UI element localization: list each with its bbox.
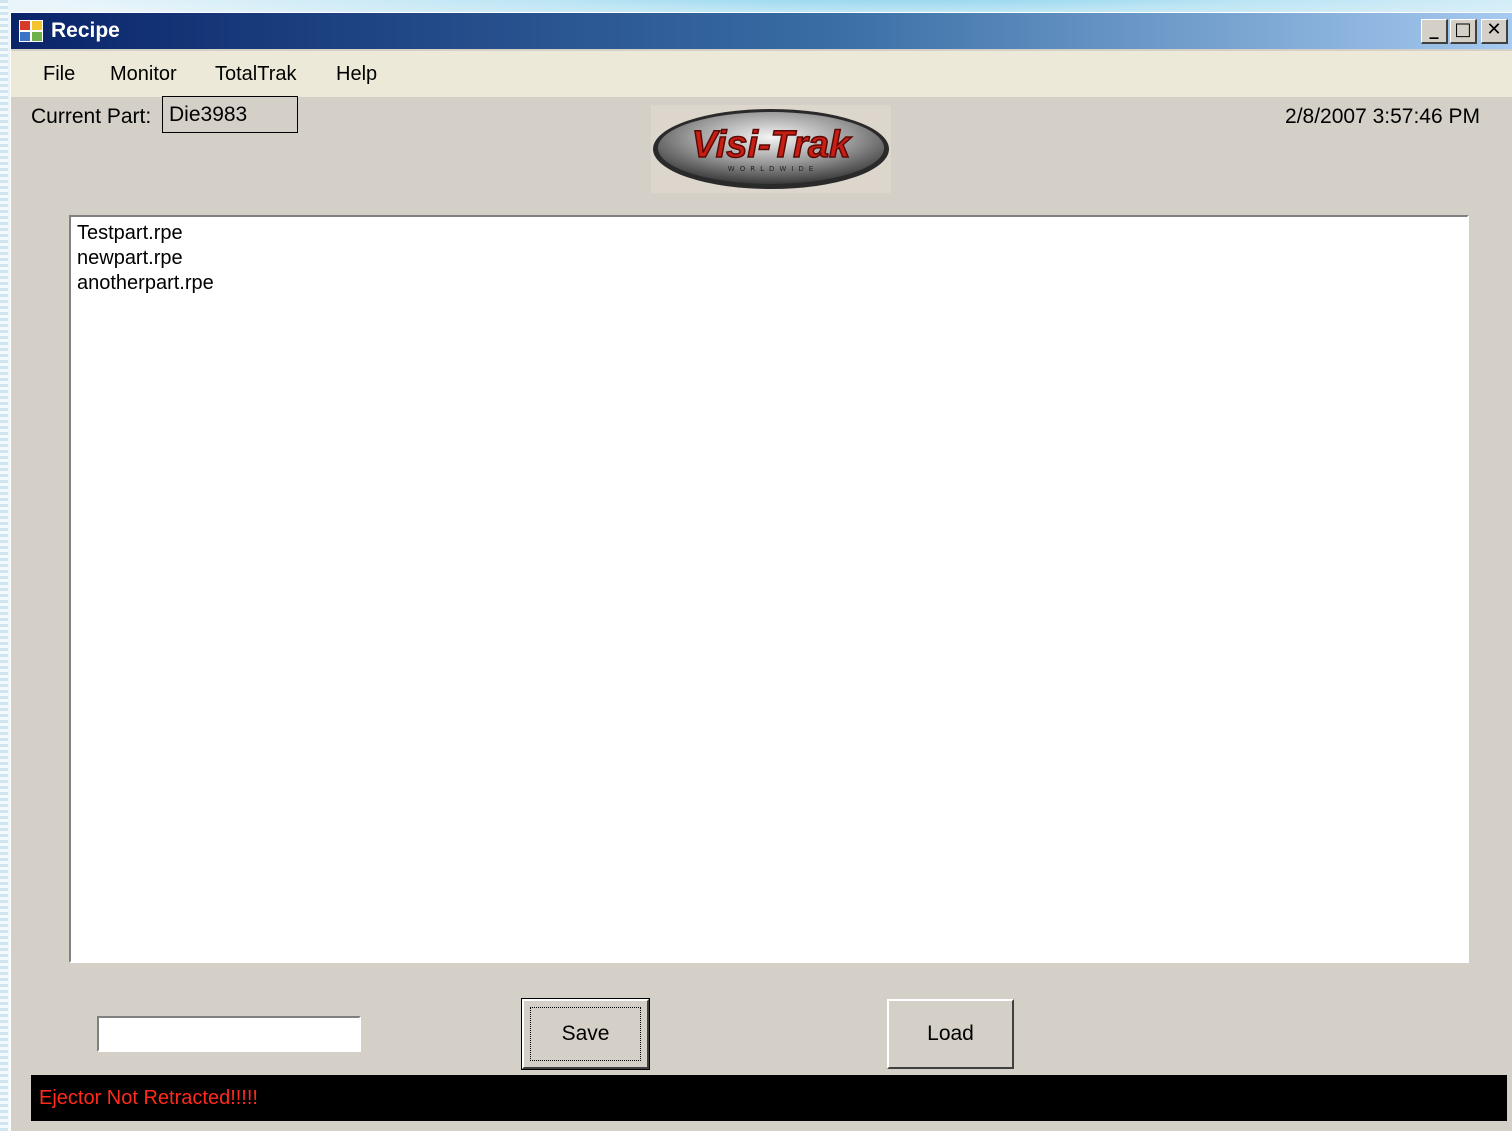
app-icon[interactable] <box>19 20 43 42</box>
recipe-listbox[interactable]: Testpart.rpe newpart.rpe anotherpart.rpe <box>69 215 1469 963</box>
logo-subtext: WORLDWIDE <box>728 165 818 173</box>
window-title: Recipe <box>51 19 120 42</box>
list-item[interactable]: Testpart.rpe <box>77 221 1461 246</box>
minimize-icon[interactable]: _ <box>1421 19 1448 44</box>
recipe-window: Recipe _ □ ✕ File Monitor TotalTrak Help… <box>10 12 1512 1131</box>
datetime-display: 2/8/2007 3:57:46 PM <box>1285 105 1480 128</box>
desktop-left-border <box>0 0 8 1131</box>
list-item[interactable]: anotherpart.rpe <box>77 271 1461 296</box>
list-item[interactable]: newpart.rpe <box>77 246 1461 271</box>
save-button-label: Save <box>561 1022 610 1045</box>
menu-totaltrak[interactable]: TotalTrak <box>215 63 297 86</box>
load-button[interactable]: Load <box>887 999 1014 1069</box>
title-bar[interactable]: Recipe _ □ ✕ <box>11 13 1512 49</box>
menu-bar: File Monitor TotalTrak Help <box>11 51 1512 97</box>
load-button-label: Load <box>927 1022 974 1045</box>
logo-text: Visi-Trak <box>692 124 852 166</box>
current-part-label: Current Part: <box>31 105 152 128</box>
visi-trak-logo: Visi-Trak WORLDWIDE <box>651 105 891 193</box>
save-button[interactable]: Save <box>521 998 650 1070</box>
maximize-icon[interactable]: □ <box>1450 19 1477 44</box>
filename-input[interactable] <box>97 1016 361 1052</box>
close-icon[interactable]: ✕ <box>1481 19 1508 44</box>
menu-help[interactable]: Help <box>336 63 377 86</box>
status-bar: Ejector Not Retracted!!!!! <box>31 1075 1507 1121</box>
menu-monitor[interactable]: Monitor <box>110 63 177 86</box>
status-message: Ejector Not Retracted!!!!! <box>39 1087 258 1109</box>
menu-file[interactable]: File <box>43 63 75 86</box>
current-part-value: Die3983 <box>162 96 298 133</box>
